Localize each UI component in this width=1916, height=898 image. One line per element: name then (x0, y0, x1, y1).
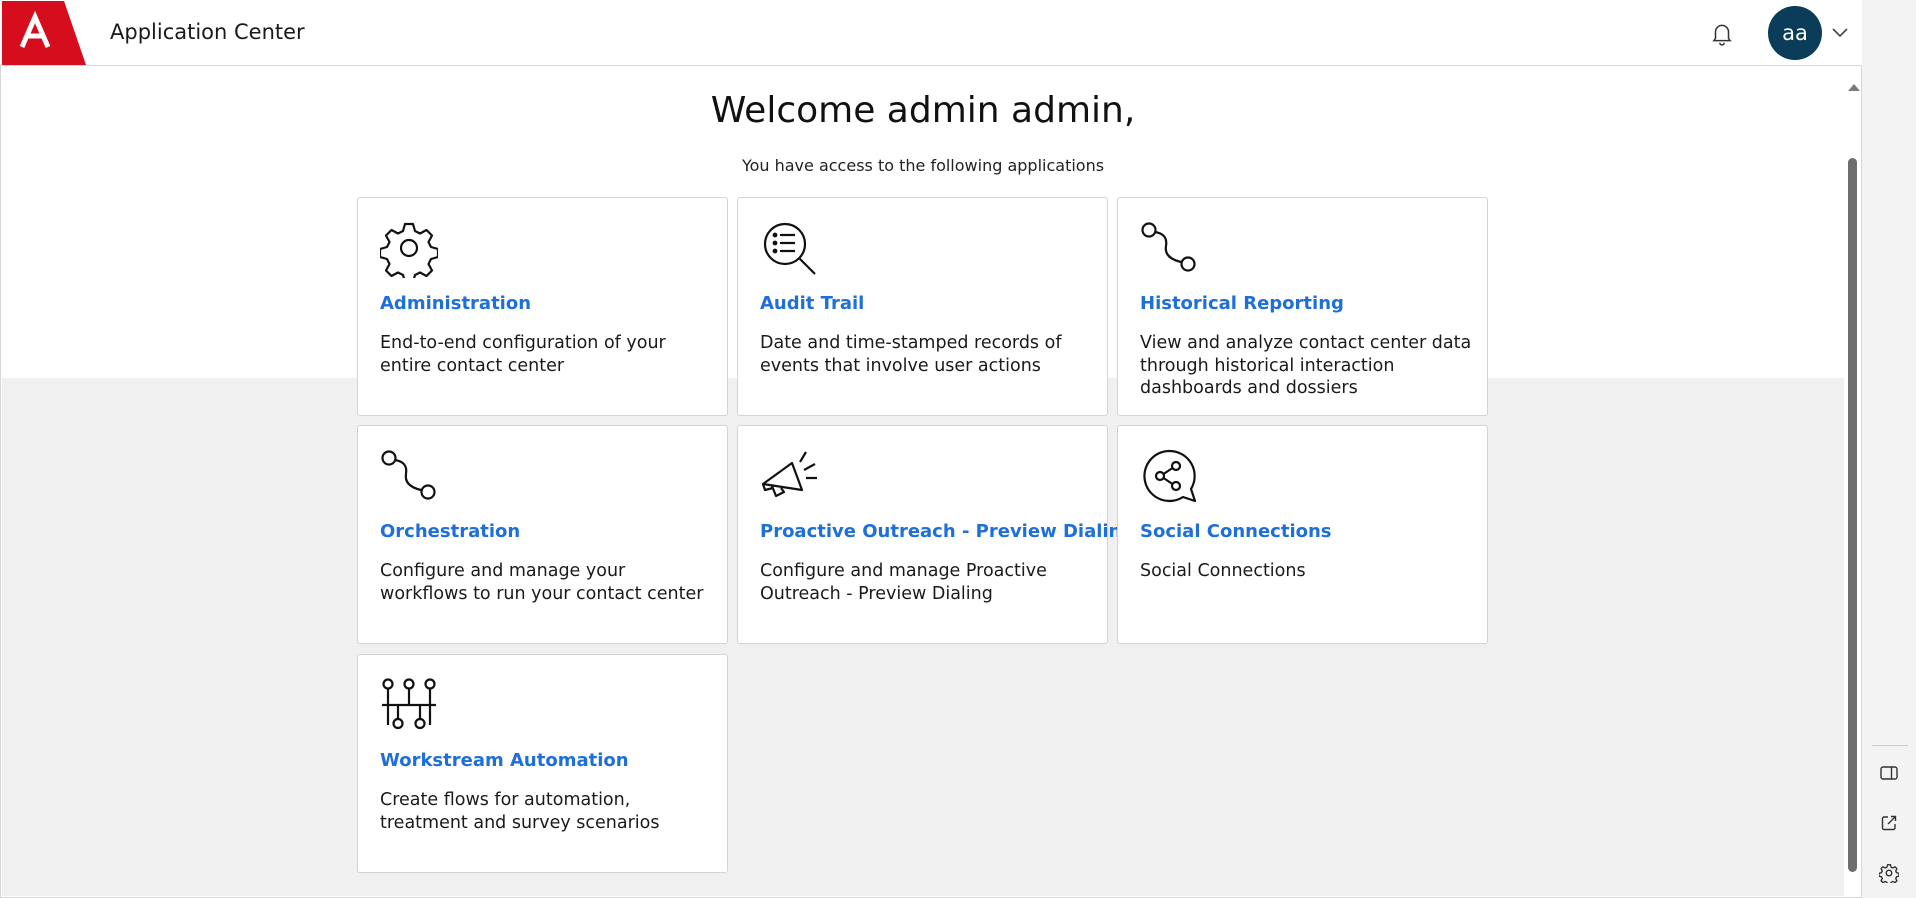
app-title: Application Center (110, 20, 305, 44)
scrollbar-thumb[interactable] (1848, 158, 1857, 872)
path-nodes-icon (1140, 220, 1198, 278)
app-desc-workstream-automation: Create flows for automation, treatment a… (380, 790, 660, 833)
chevron-down-icon[interactable] (1830, 22, 1850, 42)
app-desc-social-connections: Social Connections (1140, 561, 1306, 581)
app-title-audit-trail[interactable]: Audit Trail (760, 293, 864, 314)
app-card-audit-trail[interactable]: Audit Trail Date and time-stamped record… (737, 197, 1108, 416)
scroll-up-arrow-icon[interactable] (1848, 84, 1860, 91)
app-desc-audit-trail: Date and time-stamped records of events … (760, 333, 1062, 376)
app-title-orchestration[interactable]: Orchestration (380, 521, 520, 542)
app-card-orchestration[interactable]: Orchestration Configure and manage your … (357, 425, 728, 644)
settings-gear-icon[interactable] (1876, 860, 1902, 886)
app-desc-proactive-outreach: Configure and manage Proactive Outreach … (760, 561, 1047, 604)
user-avatar[interactable]: aa (1768, 6, 1822, 60)
welcome-heading: Welcome admin admin, (710, 90, 1136, 131)
brand-logo[interactable] (2, 1, 86, 65)
search-list-icon (760, 220, 818, 278)
app-title-workstream-automation[interactable]: Workstream Automation (380, 750, 629, 771)
app-card-social-connections[interactable]: Social Connections Social Connections (1117, 425, 1488, 644)
share-bubble-icon (1140, 448, 1198, 506)
gear-icon (378, 220, 440, 284)
app-desc-administration: End-to-end configuration of your entire … (380, 333, 666, 376)
app-title-historical-reporting[interactable]: Historical Reporting (1140, 293, 1344, 314)
top-header: Application Center aa (0, 0, 1862, 66)
app-card-historical-reporting[interactable]: Historical Reporting View and analyze co… (1117, 197, 1488, 416)
app-desc-orchestration: Configure and manage your workflows to r… (380, 561, 704, 604)
megaphone-icon (760, 448, 818, 506)
app-title-proactive-outreach[interactable]: Proactive Outreach - Preview Dialing (760, 521, 1134, 542)
path-nodes-icon (380, 448, 438, 506)
app-title-social-connections[interactable]: Social Connections (1140, 521, 1332, 542)
external-link-icon[interactable] (1876, 810, 1902, 836)
app-card-proactive-outreach[interactable]: Proactive Outreach - Preview Dialing Con… (737, 425, 1134, 644)
app-title-administration[interactable]: Administration (380, 293, 531, 314)
app-desc-historical-reporting: View and analyze contact center data thr… (1140, 333, 1472, 398)
welcome-subtitle: You have access to the following applica… (741, 156, 1105, 175)
side-rail-divider (1872, 745, 1908, 746)
app-card-administration[interactable]: Administration End-to-end configuration … (357, 197, 728, 416)
main-content: Welcome admin admin, You have access to … (2, 78, 1844, 896)
app-card-workstream-automation[interactable]: Workstream Automation Create flows for a… (357, 654, 728, 873)
notifications-bell-icon[interactable] (1708, 19, 1736, 47)
workflow-nodes-icon (380, 677, 438, 735)
sidebar-toggle-icon[interactable] (1876, 760, 1902, 786)
